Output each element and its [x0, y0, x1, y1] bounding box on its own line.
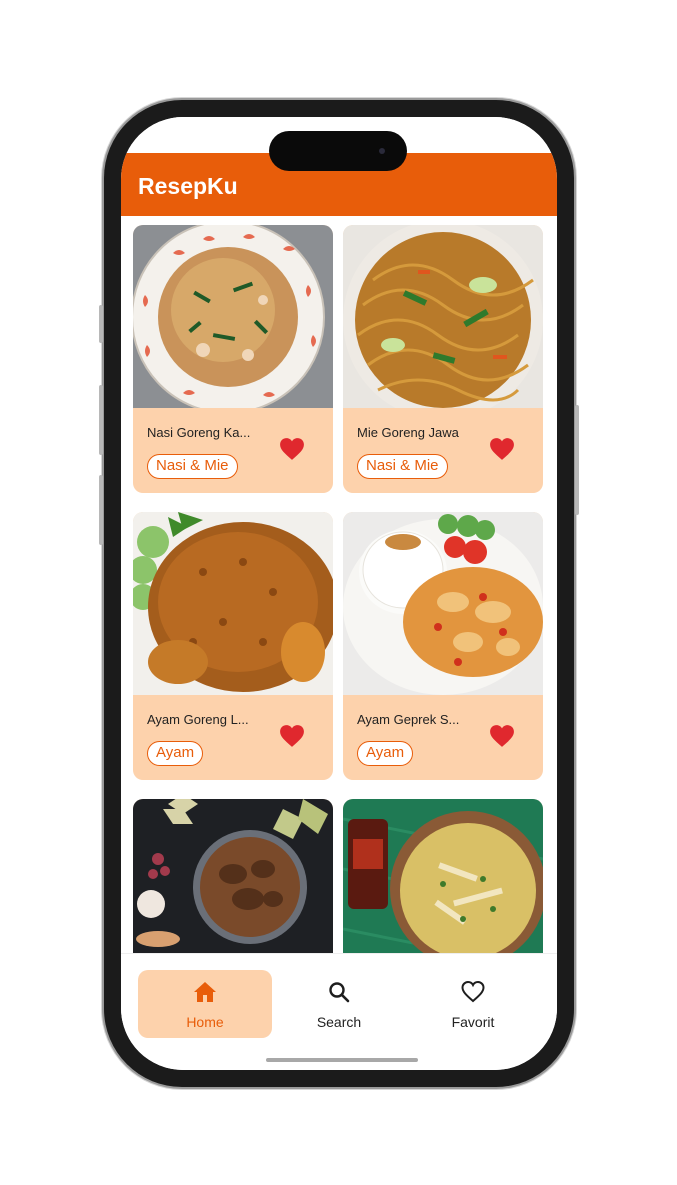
- recipe-photo: [133, 799, 333, 953]
- recipe-card[interactable]: Ayam Geprek S... Ayam: [343, 512, 543, 780]
- nav-label: Home: [186, 1014, 224, 1030]
- home-icon: [194, 982, 216, 1002]
- heart-filled-icon[interactable]: [279, 724, 305, 748]
- recipe-card[interactable]: [133, 799, 333, 953]
- recipe-name: Mie Goreng Jawa: [357, 425, 459, 440]
- recipe-photo: [133, 512, 333, 695]
- recipe-card[interactable]: Mie Goreng Jawa Nasi & Mie: [343, 225, 543, 493]
- nav-label: Favorit: [451, 1014, 495, 1030]
- recipe-grid[interactable]: Nasi Goreng Ka... Nasi & Mie Mie Goreng …: [121, 216, 557, 953]
- recipe-name: Ayam Geprek S...: [357, 712, 460, 727]
- recipe-card[interactable]: [343, 799, 543, 953]
- recipe-photo: [343, 225, 543, 408]
- heart-filled-icon[interactable]: [489, 724, 515, 748]
- recipe-photo: [343, 799, 543, 953]
- recipe-card[interactable]: Nasi Goreng Ka... Nasi & Mie: [133, 225, 333, 493]
- heart-filled-icon[interactable]: [489, 437, 515, 461]
- nav-home[interactable]: Home: [138, 970, 272, 1038]
- side-button: [99, 475, 103, 545]
- nav-label: Search: [316, 1014, 362, 1030]
- recipe-name: Ayam Goreng L...: [147, 712, 249, 727]
- dynamic-island: [269, 131, 407, 171]
- recipe-photo: [133, 225, 333, 408]
- category-tag: Nasi & Mie: [147, 454, 238, 479]
- bottom-navigation: Home Search Favorit: [121, 953, 557, 1070]
- heart-filled-icon[interactable]: [279, 437, 305, 461]
- phone-frame: ResepKu Nasi Goreng Ka... Nasi & Mie Mie…: [99, 100, 579, 1087]
- nav-favorit[interactable]: Favorit: [406, 970, 540, 1038]
- category-tag: Ayam: [147, 741, 204, 766]
- search-icon: [329, 982, 350, 1003]
- side-button: [99, 385, 103, 455]
- recipe-name: Nasi Goreng Ka...: [147, 425, 251, 440]
- recipe-photo: [343, 512, 543, 695]
- heart-outline-icon: [461, 980, 485, 1003]
- app-title: ResepKu: [138, 173, 238, 199]
- side-button: [99, 305, 103, 343]
- nav-search[interactable]: Search: [272, 970, 406, 1038]
- side-button: [575, 405, 579, 515]
- category-tag: Ayam: [357, 741, 414, 766]
- category-tag: Nasi & Mie: [357, 454, 448, 479]
- screen: ResepKu Nasi Goreng Ka... Nasi & Mie Mie…: [121, 117, 557, 1070]
- home-indicator[interactable]: [266, 1058, 418, 1062]
- recipe-card[interactable]: Ayam Goreng L... Ayam: [133, 512, 333, 780]
